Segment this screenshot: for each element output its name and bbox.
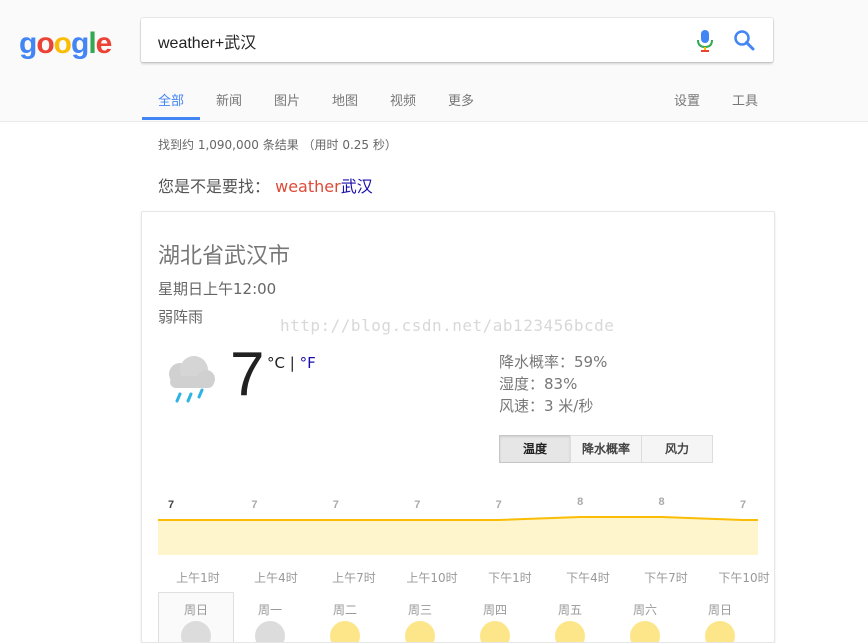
unit-celsius[interactable]: °C <box>267 354 285 372</box>
toggle-wind[interactable]: 风力 <box>641 435 713 463</box>
day-forecast[interactable]: 周日 <box>683 593 757 642</box>
temperature-data-label: 8 <box>577 496 583 508</box>
weather-details: 降水概率：59% 湿度：83% 风速：3 米/秒 <box>499 351 607 417</box>
did-you-mean-label: 您是不是要找： <box>158 177 271 196</box>
day-forecast[interactable]: 周五 <box>533 593 607 642</box>
day-label: 周五 <box>557 603 582 617</box>
temperature-value: 7 <box>230 340 265 409</box>
header-bar: google 全部 新闻 图片 地图 视频 更多 设置 工具 <box>0 0 868 122</box>
sun-icon <box>330 621 360 642</box>
google-logo[interactable]: google <box>19 27 113 61</box>
hour-label: 上午7时 <box>332 571 376 585</box>
sun-icon <box>705 621 735 642</box>
result-stats: 找到约 1,090,000 条结果 （用时 0.25 秒） <box>158 138 397 152</box>
day-forecast[interactable]: 周六 <box>608 593 682 642</box>
temperature-data-label: 7 <box>496 499 502 511</box>
tab-more[interactable]: 更多 <box>448 90 474 109</box>
weather-card: 湖北省武汉市 星期日上午12:00 弱阵雨 http://blog.csdn.n… <box>141 211 775 643</box>
day-forecast[interactable]: 周日 <box>158 592 234 642</box>
humidity: 湿度：83% <box>499 375 578 393</box>
day-label: 周四 <box>482 603 507 617</box>
tab-all[interactable]: 全部 <box>158 90 184 109</box>
temperature-data-label: 7 <box>414 499 420 511</box>
logo-letter: o <box>53 27 72 60</box>
day-selector: 周日 周一 周二 周三 周四 周五 周六 周日 <box>158 592 758 642</box>
unit-fahrenheit[interactable]: °F <box>300 354 316 372</box>
weather-condition: 弱阵雨 <box>158 308 204 326</box>
active-tab-indicator <box>142 117 200 120</box>
toggle-temperature[interactable]: 温度 <box>499 435 571 463</box>
tab-videos[interactable]: 视频 <box>390 90 416 109</box>
logo-letter: o <box>36 27 54 60</box>
unit-separator: | <box>284 354 300 372</box>
hour-labels: 上午1时 上午4时 上午7时 上午10时 下午1时 下午4时 下午7时 下午10时 <box>158 569 769 589</box>
watermark: http://blog.csdn.net/ab123456bcde <box>280 316 615 335</box>
cloud-icon <box>181 621 211 642</box>
suggestion-part-highlight: 武汉 <box>340 177 373 196</box>
hour-label: 下午4时 <box>566 571 610 585</box>
day-label: 周三 <box>407 603 432 617</box>
cloud-icon <box>255 621 285 642</box>
weather-time: 星期日上午12:00 <box>158 280 277 298</box>
weather-location: 湖北省武汉市 <box>158 244 291 269</box>
search-input[interactable] <box>156 28 680 54</box>
logo-letter: l <box>88 27 96 60</box>
rain-cloud-icon <box>169 356 215 403</box>
temperature-data-label: 7 <box>740 499 746 511</box>
hour-label: 下午7时 <box>644 571 688 585</box>
hour-label: 下午10时 <box>718 571 770 585</box>
sun-icon <box>480 621 510 642</box>
did-you-mean: 您是不是要找： weather武汉 <box>158 173 373 197</box>
suggestion-part: weather <box>275 177 341 196</box>
day-forecast[interactable]: 周二 <box>308 593 382 642</box>
day-forecast[interactable]: 周四 <box>458 593 532 642</box>
did-you-mean-link[interactable]: weather武汉 <box>275 177 373 196</box>
hour-label: 上午4时 <box>254 571 298 585</box>
toggle-precipitation[interactable]: 降水概率 <box>570 435 642 463</box>
day-label: 周六 <box>632 603 657 617</box>
search-box[interactable] <box>141 18 773 62</box>
hour-label: 上午10时 <box>406 571 458 585</box>
microphone-icon[interactable] <box>695 29 715 53</box>
day-label: 周日 <box>707 603 732 617</box>
day-label: 周一 <box>257 603 282 617</box>
logo-letter: g <box>70 27 89 60</box>
temperature-data-label: 8 <box>659 496 665 508</box>
temperature-data-label: 7 <box>168 499 174 511</box>
unit-switch: °C | °F <box>267 354 316 372</box>
temperature-data-label: 7 <box>251 499 257 511</box>
tab-news[interactable]: 新闻 <box>216 90 242 109</box>
hour-label: 上午1时 <box>176 571 220 585</box>
chart-mode-toggle: 温度 降水概率 风力 <box>499 435 713 463</box>
wind-speed: 风速：3 米/秒 <box>499 397 594 415</box>
search-tabs: 全部 新闻 图片 地图 视频 更多 设置 工具 <box>0 86 868 121</box>
temperature-chart: 7 7 7 7 7 8 8 7 <box>158 496 758 555</box>
logo-letter: g <box>19 27 37 60</box>
day-forecast[interactable]: 周三 <box>383 593 457 642</box>
temperature-area <box>158 517 758 555</box>
sun-icon <box>555 621 585 642</box>
hour-label: 下午1时 <box>488 571 532 585</box>
precipitation-chance: 降水概率：59% <box>499 353 608 371</box>
day-forecast[interactable]: 周一 <box>233 593 307 642</box>
temperature-data-label: 7 <box>333 499 339 511</box>
tab-settings[interactable]: 设置 <box>674 90 700 109</box>
search-icon[interactable] <box>733 29 755 51</box>
day-label: 周日 <box>183 603 208 617</box>
tab-tools[interactable]: 工具 <box>732 90 758 109</box>
sun-icon <box>630 621 660 642</box>
tab-images[interactable]: 图片 <box>274 90 300 109</box>
sun-icon <box>405 621 435 642</box>
day-label: 周二 <box>332 603 357 617</box>
logo-letter: e <box>95 27 113 60</box>
tab-maps[interactable]: 地图 <box>332 90 358 109</box>
